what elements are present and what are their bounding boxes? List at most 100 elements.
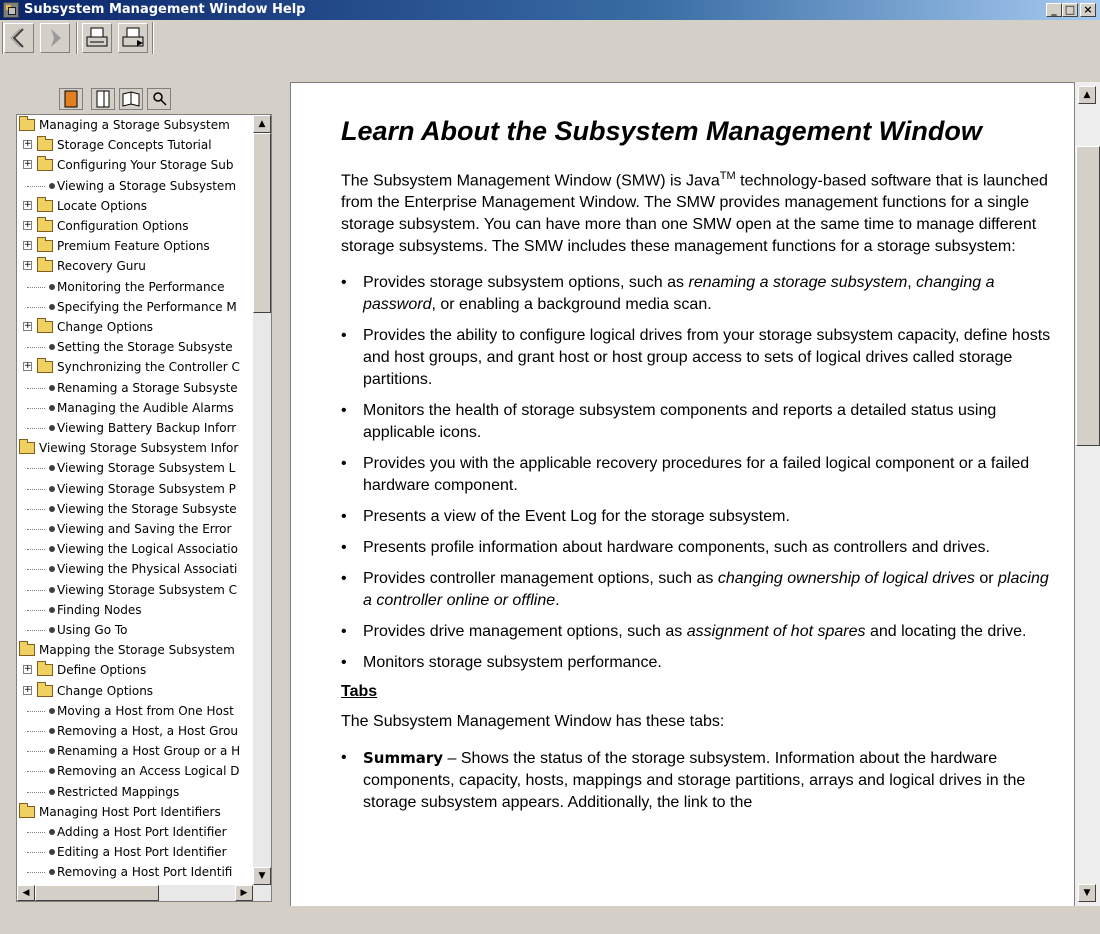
tree-item[interactable]: Using Go To — [17, 620, 253, 640]
tree-item[interactable]: Viewing Storage Subsystem P — [17, 479, 253, 499]
back-button[interactable] — [4, 23, 34, 53]
tree-item[interactable]: Managing a Storage Subsystem — [17, 115, 253, 135]
tree-item-label: Configuration Options — [57, 219, 189, 233]
folder-icon — [37, 217, 53, 232]
tree-item[interactable]: Viewing and Saving the Error — [17, 519, 253, 539]
tree-item[interactable]: Viewing the Physical Associati — [17, 559, 253, 579]
tab-glossary[interactable] — [119, 88, 143, 110]
tree-hscroll-thumb[interactable] — [35, 885, 159, 901]
summary-text: – Shows the status of the storage subsys… — [363, 750, 1026, 812]
tree-item[interactable]: Restricted Mappings — [17, 782, 253, 802]
folder-icon — [37, 661, 53, 677]
tree-horizontal-scrollbar[interactable]: ◀ ▶ — [17, 885, 271, 901]
scroll-left-icon[interactable]: ◀ — [17, 885, 35, 901]
minimize-button[interactable]: _ — [1046, 3, 1062, 17]
tree-item[interactable]: Editing a Host Port Identifier — [17, 842, 253, 862]
tab-contents[interactable] — [59, 88, 83, 110]
tree-item[interactable]: + Recovery Guru — [17, 256, 253, 276]
tree-item-label: Viewing the Physical Associati — [57, 562, 238, 577]
tree-item[interactable]: Viewing Battery Backup Inforr — [17, 418, 253, 438]
expand-icon[interactable]: + — [23, 200, 32, 210]
tree-item-label: Viewing the Logical Associatio — [57, 542, 238, 557]
scroll-down-icon[interactable]: ▼ — [253, 867, 271, 885]
tree-item[interactable]: + Change Options — [17, 317, 253, 337]
tree-connector — [27, 529, 45, 531]
tree-connector — [27, 630, 45, 632]
list-item: Provides drive management options, such … — [341, 621, 1061, 643]
tree-item[interactable]: + Define Options — [17, 660, 253, 680]
tree-item-label: Renaming a Storage Subsyste — [57, 380, 238, 395]
page-icon — [49, 829, 55, 835]
tree-item[interactable]: + Configuring Your Storage Sub — [17, 155, 253, 175]
tree-item-label: Managing the Audible Alarms — [57, 400, 234, 415]
expand-icon[interactable]: + — [23, 322, 32, 331]
close-button[interactable]: × — [1080, 3, 1096, 17]
tree-item-label: Change Options — [57, 683, 154, 698]
expand-icon[interactable]: + — [23, 241, 32, 251]
tab-index[interactable] — [91, 88, 115, 110]
tree-vertical-scrollbar[interactable]: ▲ ▼ — [253, 115, 271, 885]
page-icon — [49, 748, 55, 755]
forward-button[interactable] — [40, 23, 70, 53]
tree-item[interactable]: Renaming a Storage Subsyste — [17, 378, 253, 398]
tree-item-label: Monitoring the Performance — [57, 279, 225, 294]
tree-item[interactable]: + Configuration Options — [17, 216, 253, 236]
window-bottom-edge — [0, 906, 1100, 934]
help-content-pane: Learn About the Subsystem Management Win… — [290, 82, 1074, 906]
content-vertical-scrollbar[interactable]: ▲ ▼ — [1074, 82, 1100, 906]
print-button[interactable] — [82, 23, 112, 53]
tree-item[interactable]: Viewing Storage Subsystem L — [17, 458, 253, 478]
tree-item[interactable]: + Premium Feature Options — [17, 236, 253, 256]
tree-item[interactable]: + Synchronizing the Controller C — [17, 357, 253, 377]
tree-scroll-thumb[interactable] — [253, 133, 271, 313]
tree-item[interactable]: Viewing the Logical Associatio — [17, 539, 253, 559]
tree-item[interactable]: Moving a Host from One Host — [17, 701, 253, 721]
tree-item[interactable]: + Storage Concepts Tutorial — [17, 135, 253, 155]
contents-tree[interactable]: Managing a Storage Subsystem + Storage Con… — [16, 114, 272, 902]
expand-icon[interactable]: + — [23, 221, 32, 230]
tree-item[interactable]: Setting the Storage Subsyste — [17, 337, 253, 357]
tab-search[interactable] — [147, 88, 171, 110]
expand-icon[interactable]: + — [23, 665, 32, 675]
toolbar-separator — [152, 22, 154, 54]
tree-item[interactable]: Removing a Host Port Identifi — [17, 862, 253, 882]
expand-icon[interactable]: + — [23, 160, 32, 170]
tree-connector — [27, 771, 45, 773]
expand-icon[interactable]: + — [23, 140, 32, 150]
maximize-button[interactable]: □ — [1062, 3, 1078, 17]
tree-item[interactable]: Mapping the Storage Subsystem — [17, 640, 253, 660]
tree-item[interactable]: Managing Host Port Identifiers — [17, 802, 253, 822]
pane-splitter[interactable] — [282, 82, 290, 906]
print-options-button[interactable] — [118, 23, 148, 53]
content-scroll-thumb[interactable] — [1076, 146, 1100, 446]
scroll-up-icon[interactable]: ▲ — [1078, 86, 1096, 104]
search-icon — [153, 92, 167, 106]
tree-item[interactable]: Viewing Storage Subsystem C — [17, 580, 253, 600]
list-item-text: Monitors storage subsystem performance. — [363, 654, 662, 672]
folder-icon — [37, 156, 53, 172]
tree-item[interactable]: Removing an Access Logical D — [17, 761, 253, 781]
page-icon — [49, 869, 55, 876]
expand-icon[interactable]: + — [23, 685, 32, 695]
tree-item[interactable]: Finding Nodes — [17, 600, 253, 620]
tree-item[interactable]: Renaming a Host Group or a H — [17, 741, 253, 761]
title-bar[interactable]: Subsystem Management Window Help _ □ × — [0, 0, 1100, 20]
tree-item[interactable]: + Change Options — [17, 681, 253, 701]
tree-item-label: Change Options — [57, 320, 154, 334]
glossary-icon — [122, 91, 140, 107]
scroll-right-icon[interactable]: ▶ — [235, 885, 253, 901]
tree-item[interactable]: Adding a Host Port Identifier — [17, 822, 253, 842]
tree-item[interactable]: Managing the Audible Alarms — [17, 398, 253, 418]
scroll-down-icon[interactable]: ▼ — [1078, 884, 1096, 902]
tree-item[interactable]: + Locate Options — [17, 196, 253, 216]
tree-item[interactable]: Specifying the Performance M — [17, 297, 253, 317]
expand-icon[interactable]: + — [23, 261, 32, 271]
expand-icon[interactable]: + — [23, 362, 32, 372]
tree-item[interactable]: Removing a Host, a Host Grou — [17, 721, 253, 741]
tree-item[interactable]: Viewing a Storage Subsystem — [17, 176, 253, 196]
toolbar — [0, 20, 1100, 56]
tree-item[interactable]: Viewing Storage Subsystem Infor — [17, 438, 253, 458]
tree-item[interactable]: Monitoring the Performance — [17, 277, 253, 297]
tree-item[interactable]: Viewing the Storage Subsyste — [17, 499, 253, 519]
scroll-up-icon[interactable]: ▲ — [253, 115, 271, 133]
